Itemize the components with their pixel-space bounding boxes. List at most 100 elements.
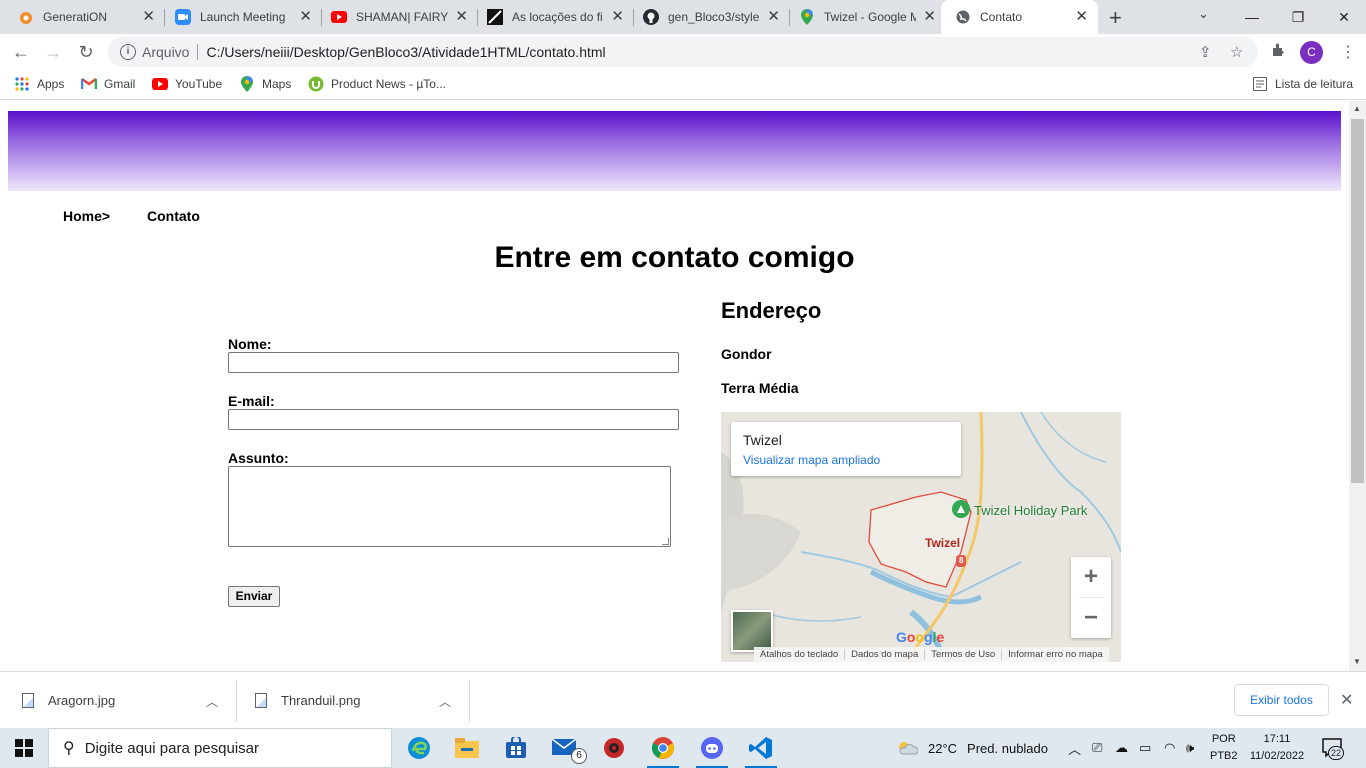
subject-textarea[interactable] <box>228 466 671 547</box>
input-language-indicator[interactable]: POR PTB2 <box>1210 731 1238 765</box>
bookmark-gmail[interactable]: Gmail <box>81 76 135 92</box>
zoom-out-button[interactable]: − <box>1071 598 1111 638</box>
close-icon[interactable]: ✕ <box>611 9 624 25</box>
windows-taskbar: ⚲ Digite aqui para pesquisar 6 22°C Pred… <box>0 728 1366 768</box>
bookmark-apps[interactable]: Apps <box>14 76 64 92</box>
show-all-downloads-button[interactable]: Exibir todos <box>1234 684 1329 716</box>
resize-handle-icon[interactable] <box>662 538 669 545</box>
bookmark-youtube[interactable]: YouTube <box>152 76 222 92</box>
store-icon[interactable] <box>496 732 536 764</box>
new-tab-icon[interactable]: + <box>1109 5 1122 31</box>
battery-icon[interactable]: ▭ <box>1139 728 1151 768</box>
taskbar-search-box[interactable]: ⚲ Digite aqui para pesquisar <box>48 728 392 768</box>
weather-widget[interactable]: 22°C Pred. nublado <box>896 728 1048 768</box>
notification-center-icon[interactable]: 22 <box>1322 738 1344 763</box>
tab-twizel-maps[interactable]: Twizel - Google M ✕ <box>781 0 946 34</box>
chevron-up-icon[interactable]: ︿ <box>206 693 218 710</box>
map-data-link[interactable]: Dados do mapa <box>845 649 926 660</box>
tab-title: Contato <box>980 10 1023 24</box>
url-text[interactable]: C:/Users/neiii/Desktop/GenBloco3/Ativida… <box>206 44 605 60</box>
satellite-toggle[interactable] <box>731 610 773 652</box>
lang-line-2: PTB2 <box>1210 750 1238 762</box>
close-icon[interactable]: ✕ <box>767 9 780 25</box>
forward-arrow-icon[interactable]: → <box>41 40 65 64</box>
reload-icon[interactable]: ↻ <box>74 40 98 64</box>
search-placeholder: Digite aqui para pesquisar <box>84 739 259 757</box>
close-icon[interactable]: ✕ <box>923 9 936 25</box>
more-menu-icon[interactable]: ⋮ <box>1340 42 1356 62</box>
edge-icon[interactable] <box>399 732 439 764</box>
bookmark-maps[interactable]: Maps <box>239 76 291 92</box>
terms-link[interactable]: Termos de Uso <box>925 649 1003 660</box>
close-icon[interactable]: ✕ <box>1075 9 1088 25</box>
breadcrumb-contato[interactable]: Contato <box>147 208 200 224</box>
keyboard-shortcuts-link[interactable]: Atalhos do teclado <box>754 649 846 660</box>
name-input[interactable] <box>228 352 679 373</box>
vscode-icon[interactable] <box>741 732 781 768</box>
close-icon[interactable]: ✕ <box>455 9 468 25</box>
reading-list-button[interactable]: Lista de leitura <box>1252 76 1353 92</box>
tab-shaman[interactable]: SHAMAN| FAIRY ✕ <box>313 0 478 34</box>
download-item-thranduil[interactable]: Thranduil.png ︿ <box>255 672 469 729</box>
email-label: E-mail: <box>228 393 275 409</box>
tab-locacoes[interactable]: As locações do fi ✕ <box>469 0 634 34</box>
bookmark-product-news[interactable]: Product News - µTo... <box>308 76 446 92</box>
extensions-icon[interactable] <box>1271 42 1287 63</box>
article-icon <box>487 9 503 25</box>
tab-contato[interactable]: Contato ✕ <box>941 0 1098 34</box>
close-icon[interactable]: ✕ <box>1340 690 1353 710</box>
email-input[interactable] <box>228 409 679 430</box>
meet-now-icon[interactable]: ⎚ <box>1092 728 1102 768</box>
github-icon <box>643 9 659 25</box>
scroll-down-icon[interactable]: ▼ <box>1353 657 1361 666</box>
restore-icon[interactable]: ❐ <box>1275 0 1321 34</box>
submit-button[interactable]: Enviar <box>228 586 280 607</box>
discord-icon[interactable] <box>692 732 732 768</box>
scrollbar-thumb[interactable] <box>1351 119 1364 483</box>
name-label: Nome: <box>228 336 272 352</box>
mail-badge: 6 <box>571 748 587 764</box>
close-window-icon[interactable]: ✕ <box>1321 0 1366 34</box>
file-icon <box>255 693 267 708</box>
tab-generation[interactable]: GeneratiON ✕ <box>0 0 165 34</box>
share-icon[interactable]: ⇪ <box>1199 43 1212 61</box>
view-larger-map-link[interactable]: Visualizar mapa ampliado <box>743 453 949 467</box>
info-icon[interactable]: i <box>120 44 136 60</box>
profile-avatar[interactable]: C <box>1300 41 1323 64</box>
embedded-map[interactable]: Twizel Visualizar mapa ampliado Twizel H… <box>721 412 1121 662</box>
zoom-in-button[interactable]: + <box>1071 557 1111 597</box>
breadcrumb-home[interactable]: Home> <box>63 208 110 224</box>
system-clock[interactable]: 17:11 11/02/2022 <box>1244 731 1310 765</box>
address-line-2: Terra Média <box>721 380 799 396</box>
cloud-icon <box>896 739 919 758</box>
page-scrollbar[interactable]: ▲ ▼ <box>1349 101 1366 671</box>
scroll-up-icon[interactable]: ▲ <box>1353 104 1361 113</box>
address-bar[interactable]: i Arquivo C:/Users/neiii/Desktop/GenBloc… <box>108 37 1258 67</box>
volume-icon[interactable]: 🕪 <box>1186 728 1194 768</box>
back-arrow-icon[interactable]: ← <box>9 40 33 64</box>
chevron-up-icon[interactable]: ︿ <box>1068 728 1081 768</box>
bookmark-star-icon[interactable]: ☆ <box>1230 43 1243 61</box>
minimize-icon[interactable]: — <box>1229 0 1275 34</box>
reading-list-icon <box>1252 76 1268 92</box>
map-poi-label[interactable]: Twizel Holiday Park <box>974 503 1087 518</box>
download-item-aragorn[interactable]: Aragorn.jpg ︿ <box>22 672 236 729</box>
onedrive-icon[interactable]: ☁ <box>1115 728 1128 768</box>
antivirus-icon[interactable] <box>594 732 634 764</box>
map-place-name: Twizel <box>743 432 782 448</box>
report-error-link[interactable]: Informar erro no mapa <box>1002 649 1109 660</box>
chevron-up-icon[interactable]: ︿ <box>439 693 451 710</box>
close-icon[interactable]: ✕ <box>299 9 312 25</box>
tab-github[interactable]: gen_Bloco3/style ✕ <box>625 0 790 34</box>
close-icon[interactable]: ✕ <box>142 9 155 25</box>
bookmark-label: Apps <box>37 77 65 91</box>
wifi-icon[interactable]: ◠ <box>1164 728 1175 768</box>
gmail-icon <box>81 76 97 92</box>
tab-launch-meeting[interactable]: Launch Meeting ✕ <box>157 0 322 34</box>
tab-strip: GeneratiON ✕ Launch Meeting ✕ SHAMAN| FA… <box>0 0 1366 34</box>
chevron-down-icon[interactable]: ⌄ <box>1198 6 1209 22</box>
mail-icon[interactable]: 6 <box>545 732 587 764</box>
windows-start-icon[interactable] <box>0 728 48 768</box>
chrome-icon[interactable] <box>643 732 683 768</box>
file-explorer-icon[interactable] <box>447 732 487 764</box>
